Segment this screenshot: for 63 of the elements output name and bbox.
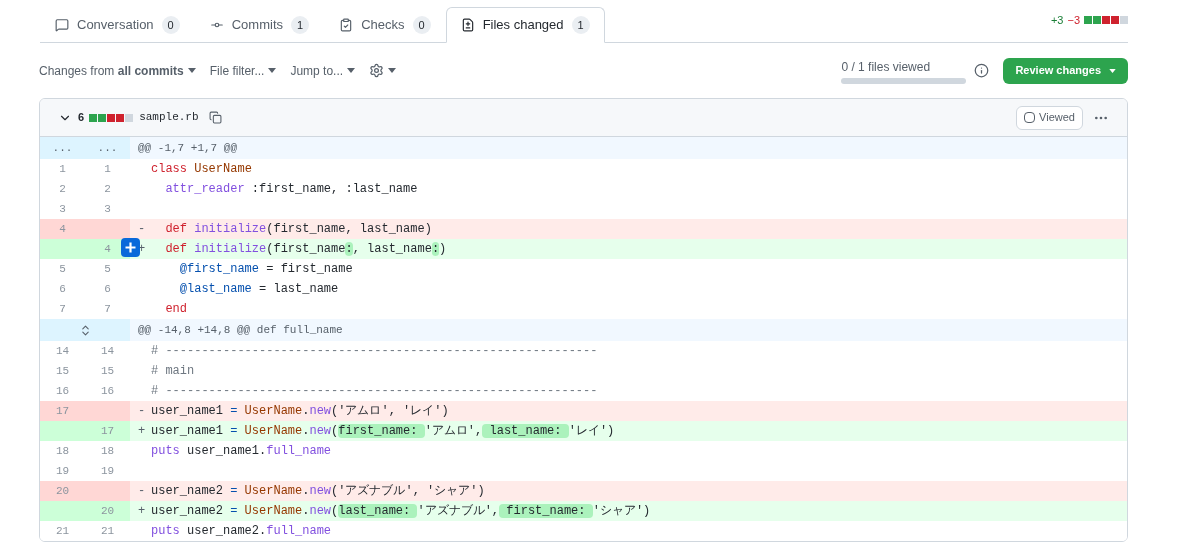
code-line: puts user_name1.full_name <box>151 443 332 460</box>
code-line: end <box>164 301 187 318</box>
settings-dropdown[interactable] <box>369 63 397 78</box>
tab[interactable]: Files changed 1 <box>445 7 605 43</box>
code-line: class UserName <box>151 161 252 178</box>
line-number-cell <box>40 239 85 259</box>
tab-icon <box>460 18 475 32</box>
count-badge: 1 <box>291 16 310 34</box>
count-badge: 1 <box>571 16 590 34</box>
viewed-checkbox[interactable]: Viewed <box>1016 105 1083 130</box>
code-line: user_name1 = UserName.new('アムロ', 'レイ') <box>151 403 449 420</box>
diff-sign: - <box>138 404 146 418</box>
tab[interactable]: Checks 0 <box>324 7 446 43</box>
caret-icon <box>388 68 397 73</box>
info-icon[interactable] <box>974 63 990 78</box>
count-badge: 0 <box>161 16 180 34</box>
line-number-cell <box>40 501 85 521</box>
files-viewed-text: 0 / 1 files viewed <box>841 58 932 76</box>
tab[interactable]: Commits 1 <box>194 7 325 43</box>
change-count: 6 <box>78 110 85 126</box>
code-line: def initialize(first_name, last_name) <box>164 221 432 238</box>
code-line: # main <box>151 363 195 380</box>
count-badge: 0 <box>412 16 431 34</box>
deletions-count: −3 <box>1067 12 1080 28</box>
code-line: # ------------------------------------------------------------ <box>151 343 598 360</box>
diff-sign: + <box>138 424 146 438</box>
caret-icon <box>347 68 356 73</box>
code-line: user_name2 = UserName.new(last_name: 'アズナブル', first_name: 'シャア') <box>151 503 651 520</box>
jump-to-dropdown[interactable]: Jump to... <box>290 61 356 80</box>
line-number-cell <box>40 421 85 441</box>
line-number-cell <box>85 481 130 501</box>
code-line: user_name2 = UserName.new('アズナブル', 'シャア') <box>151 483 485 500</box>
tab[interactable]: Conversation 0 <box>40 7 195 43</box>
code-line: puts user_name2.full_name <box>151 523 332 540</box>
additions-count: +3 <box>1050 12 1064 28</box>
hunk-header: @@ -14,8 +14,8 @@ def full_name <box>138 322 343 338</box>
add-comment-button[interactable] <box>121 238 140 257</box>
line-number-cell <box>85 219 130 239</box>
changes-from-dropdown[interactable]: Changes from all commits <box>39 61 196 80</box>
diff-sign: - <box>138 484 146 498</box>
line-number-cell: 17 <box>85 421 130 441</box>
file-filter-dropdown[interactable]: File filter... <box>209 61 277 80</box>
line-number-cell: 20 <box>40 481 85 501</box>
tab-icon <box>339 18 354 32</box>
line-number-cell: 20 <box>85 501 130 521</box>
diff-sign: + <box>138 504 146 518</box>
line-number-cell: 4 <box>40 219 85 239</box>
tab-icon <box>55 18 69 32</box>
line-number-cell <box>85 401 130 421</box>
code-line: @first_name = first_name <box>178 261 353 278</box>
code-line: def initialize(first_name:, last_name:) <box>164 241 447 258</box>
hunk-header: @@ -1,7 +1,7 @@ <box>138 140 238 156</box>
code-line: # ------------------------------------------------------------ <box>151 383 598 400</box>
caret-icon <box>1109 68 1116 73</box>
caret-icon <box>187 68 196 73</box>
line-number-cell: 17 <box>40 401 85 421</box>
file-name: sample.rb <box>139 110 199 126</box>
code-line: user_name1 = UserName.new(first_name: 'アムロ', last_name: 'レイ') <box>151 423 615 440</box>
diff-sign: - <box>138 222 146 236</box>
code-line: attr_reader :first_name, :last_name <box>164 181 418 198</box>
code-line: @last_name = last_name <box>178 281 339 298</box>
caret-icon <box>268 68 277 73</box>
copy-icon[interactable] <box>208 111 222 124</box>
